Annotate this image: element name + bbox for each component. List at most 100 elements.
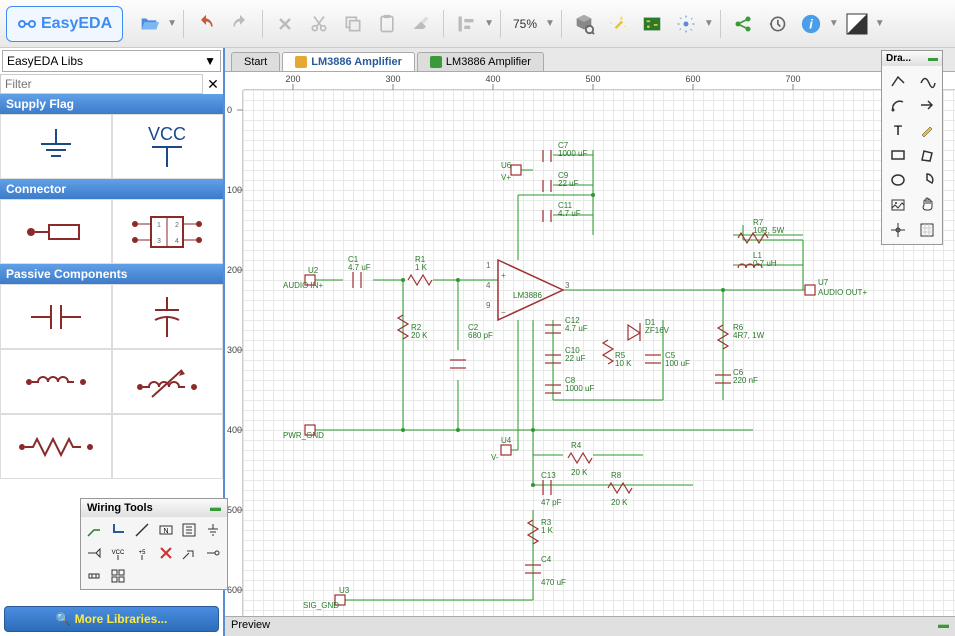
lib-capacitor[interactable] — [0, 284, 112, 349]
svg-text:i: i — [809, 16, 813, 31]
category-supply-flag[interactable]: Supply Flag — [0, 94, 223, 114]
svg-text:4: 4 — [175, 238, 179, 245]
preview-battery-icon: ▬ — [938, 619, 949, 634]
delete-button[interactable] — [269, 8, 301, 40]
paste-button[interactable] — [371, 8, 403, 40]
gnd-tool[interactable] — [202, 519, 224, 541]
image-draw-tool[interactable] — [884, 193, 912, 217]
svg-text:4R7, 1W: 4R7, 1W — [733, 331, 765, 340]
lib-connector-2[interactable]: 1324 — [112, 199, 224, 264]
pin-tool[interactable] — [202, 542, 224, 564]
netflag-tool[interactable] — [178, 519, 200, 541]
noconnect-tool[interactable] — [155, 542, 177, 564]
group-tool[interactable] — [107, 565, 129, 587]
copy-button[interactable] — [337, 8, 369, 40]
svg-text:47 pF: 47 pF — [541, 498, 562, 507]
wiring-battery-icon: ▬ — [210, 502, 221, 514]
arrow-draw-tool[interactable] — [913, 93, 941, 117]
filter-clear-button[interactable]: ✕ — [203, 76, 223, 93]
package-button[interactable] — [568, 8, 600, 40]
svg-text:1000 uF: 1000 uF — [565, 384, 594, 393]
netlabel-tool[interactable]: N — [155, 519, 177, 541]
cut-button[interactable] — [303, 8, 335, 40]
libs-selector[interactable]: EasyEDA Libs▼ — [2, 50, 221, 72]
app-logo[interactable]: EasyEDA — [6, 6, 123, 42]
pie-draw-tool[interactable] — [913, 168, 941, 192]
undo-button[interactable] — [190, 8, 222, 40]
zoom-dropdown[interactable]: ▼ — [545, 18, 555, 29]
polygon-draw-tool[interactable] — [913, 143, 941, 167]
pan-tool[interactable] — [913, 193, 941, 217]
wizard-button[interactable] — [602, 8, 634, 40]
align-dropdown[interactable]: ▼ — [484, 18, 494, 29]
lib-gnd-symbol[interactable] — [0, 114, 112, 179]
svg-text:ZF16V: ZF16V — [645, 326, 670, 335]
category-passive[interactable]: Passive Components — [0, 264, 223, 284]
svg-text:9: 9 — [486, 301, 491, 310]
clear-button[interactable] — [405, 8, 437, 40]
lib-vcc-symbol[interactable]: VCC — [112, 114, 224, 179]
text-draw-tool[interactable]: T — [884, 118, 912, 142]
open-dropdown[interactable]: ▼ — [167, 18, 177, 29]
lib-connector-1[interactable] — [0, 199, 112, 264]
lib-resistor-2[interactable] — [112, 414, 224, 479]
info-button[interactable]: i — [795, 8, 827, 40]
open-file-button[interactable] — [133, 8, 165, 40]
svg-text:20 K: 20 K — [571, 468, 588, 477]
wire-tool[interactable] — [83, 519, 105, 541]
pcb-icon — [430, 56, 442, 68]
settings-button[interactable] — [670, 8, 702, 40]
settings-dropdown[interactable]: ▼ — [704, 18, 714, 29]
tab-start[interactable]: Start — [231, 52, 280, 71]
origin-tool[interactable] — [884, 218, 912, 242]
bus-tool[interactable] — [107, 519, 129, 541]
ellipse-draw-tool[interactable] — [884, 168, 912, 192]
category-connector[interactable]: Connector — [0, 179, 223, 199]
pcb-button[interactable] — [636, 8, 668, 40]
redo-button[interactable] — [224, 8, 256, 40]
preview-bar[interactable]: Preview▬ — [225, 616, 955, 636]
svg-text:4: 4 — [486, 281, 491, 290]
tab-pcb[interactable]: LM3886 Amplifier — [417, 52, 544, 71]
align-button[interactable] — [450, 8, 482, 40]
svg-text:4.7 uF: 4.7 uF — [565, 324, 588, 333]
svg-text:470 uF: 470 uF — [541, 578, 566, 587]
add-tool[interactable]: +5 — [131, 542, 153, 564]
more-libraries-button[interactable]: 🔍 More Libraries... — [4, 606, 219, 632]
probe-tool[interactable] — [178, 542, 200, 564]
vcc-tool[interactable]: VCC — [107, 542, 129, 564]
svg-text:20 K: 20 K — [611, 498, 628, 507]
svg-text:100 uF: 100 uF — [665, 359, 690, 368]
theme-button[interactable] — [841, 8, 873, 40]
wiring-tools-panel: Wiring Tools▬ N VCC +5 — [80, 498, 228, 590]
rect-draw-tool[interactable] — [884, 143, 912, 167]
arc-draw-tool[interactable] — [884, 93, 912, 117]
svg-text:−: − — [501, 308, 506, 317]
line-tool[interactable] — [131, 519, 153, 541]
schematic-canvas[interactable]: LM3886 +− 1 4 9 3 AUDIO IN+ — [243, 90, 955, 616]
freehand-draw-tool[interactable] — [913, 118, 941, 142]
svg-text:C13: C13 — [541, 471, 556, 480]
svg-text:SIG_GND: SIG_GND — [303, 601, 339, 610]
port-tool[interactable] — [83, 542, 105, 564]
share-button[interactable] — [727, 8, 759, 40]
junction-tool[interactable] — [83, 565, 105, 587]
lib-inductor[interactable] — [0, 349, 112, 414]
lib-capacitor-pol[interactable] — [112, 284, 224, 349]
ic-lm3886[interactable]: LM3886 +− 1 4 9 3 — [486, 260, 570, 320]
theme-dropdown[interactable]: ▼ — [875, 18, 885, 29]
history-button[interactable] — [761, 8, 793, 40]
svg-text:LM3886: LM3886 — [513, 291, 542, 300]
tab-schematic[interactable]: LM3886 Amplifier — [282, 52, 415, 71]
canvas-tool[interactable] — [913, 218, 941, 242]
lib-resistor[interactable] — [0, 414, 112, 479]
svg-text:2: 2 — [175, 222, 179, 229]
filter-input[interactable] — [0, 74, 203, 94]
curve-draw-tool[interactable] — [913, 68, 941, 92]
info-dropdown[interactable]: ▼ — [829, 18, 839, 29]
svg-text:C4: C4 — [541, 555, 552, 564]
lib-inductor-var[interactable] — [112, 349, 224, 414]
line-draw-tool[interactable] — [884, 68, 912, 92]
svg-text:V+: V+ — [501, 173, 511, 182]
svg-text:1: 1 — [157, 222, 161, 229]
